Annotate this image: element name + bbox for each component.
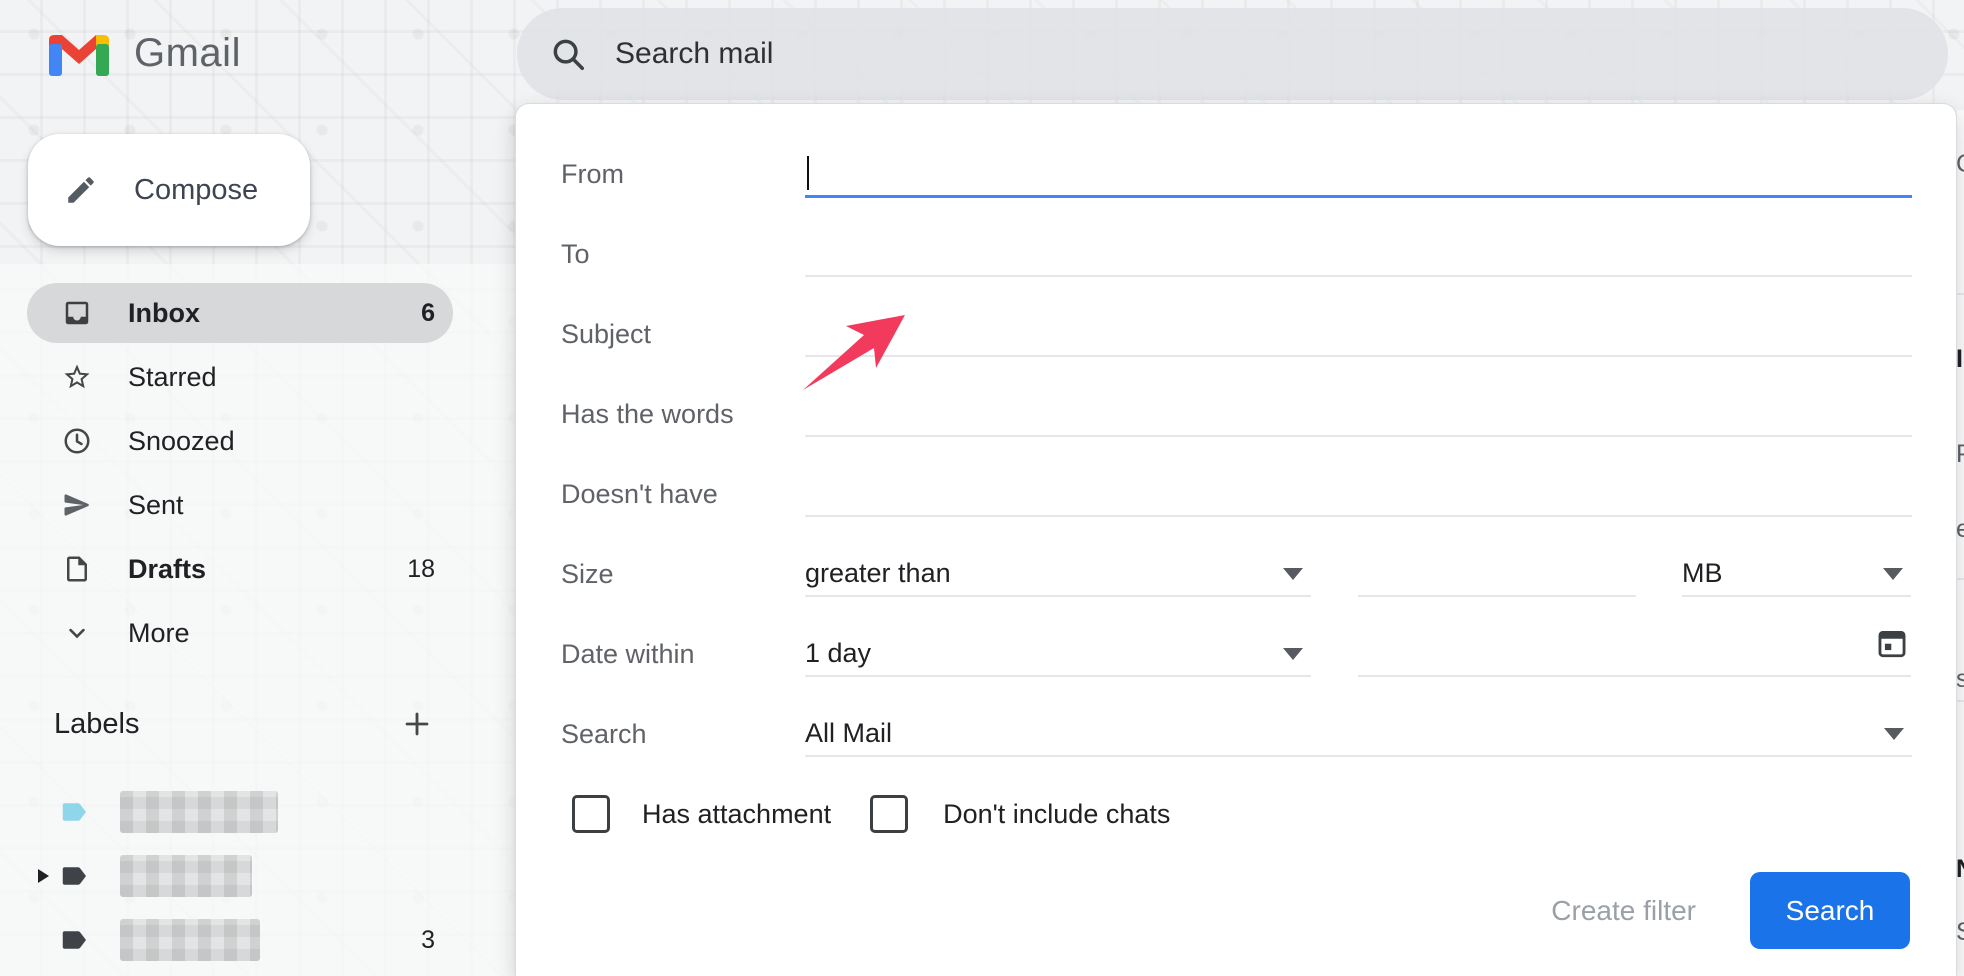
- to-label: To: [561, 239, 805, 270]
- star-icon: [62, 362, 92, 392]
- doesnt-have-input[interactable]: [805, 471, 1912, 517]
- label-row[interactable]: [27, 788, 453, 836]
- checkbox-row: Has attachment Don't include chats: [516, 774, 1956, 854]
- from-label: From: [561, 159, 805, 190]
- dropdown-caret-icon: [1283, 568, 1303, 580]
- pencil-icon: [64, 173, 98, 207]
- size-operator-value: greater than: [805, 558, 951, 589]
- search-scope-dropdown[interactable]: All Mail: [805, 711, 1912, 757]
- dropdown-caret-icon: [1883, 568, 1903, 580]
- sidebar-item-label: Drafts: [128, 554, 206, 585]
- create-filter-button[interactable]: Create filter: [1545, 894, 1702, 928]
- sidebar-item-more[interactable]: More: [27, 603, 453, 663]
- size-unit-dropdown[interactable]: MB: [1682, 551, 1911, 597]
- calendar-icon[interactable]: [1875, 626, 1909, 667]
- chevron-down-icon: [62, 618, 92, 648]
- compose-label: Compose: [134, 174, 258, 207]
- has-attachment-label[interactable]: Has attachment: [642, 799, 831, 830]
- gmail-logo-icon: [48, 30, 110, 76]
- clipped-text-fragment: S: [1956, 918, 1964, 947]
- search-scope-value: All Mail: [805, 718, 892, 749]
- expand-arrow-icon[interactable]: [38, 869, 49, 883]
- redacted-label-name: [120, 919, 260, 961]
- clipped-text-fragment: I: [1956, 345, 1964, 374]
- size-unit-value: MB: [1682, 558, 1723, 589]
- sidebar-item-label: Inbox: [128, 298, 200, 329]
- gmail-wordmark: Gmail: [134, 31, 241, 76]
- size-value-input[interactable]: [1358, 551, 1636, 597]
- search-input[interactable]: [613, 36, 1517, 72]
- sidebar-item-label: More: [128, 618, 190, 649]
- search-scope-row: Search All Mail: [516, 694, 1956, 774]
- size-operator-dropdown[interactable]: greater than: [805, 551, 1311, 597]
- dropdown-caret-icon: [1283, 648, 1303, 660]
- date-row: Date within 1 day: [516, 614, 1956, 694]
- sidebar-nav: Inbox 6 Starred Snoozed Sent Drafts: [27, 283, 453, 667]
- gmail-brand: Gmail: [48, 30, 241, 76]
- panel-actions: Create filter Search: [516, 872, 1956, 949]
- date-range-value: 1 day: [805, 638, 871, 669]
- label-count: 3: [421, 926, 435, 955]
- dont-include-chats-label[interactable]: Don't include chats: [943, 799, 1170, 830]
- sidebar-item-starred[interactable]: Starred: [27, 347, 453, 407]
- doesnt-have-label: Doesn't have: [561, 479, 805, 510]
- inbox-icon: [62, 298, 92, 328]
- size-label: Size: [561, 559, 805, 590]
- gmail-app: Gmail Compose Inbox 6 Starred Snoozed: [0, 0, 1964, 976]
- compose-button[interactable]: Compose: [28, 134, 310, 246]
- redacted-label-name: [120, 791, 278, 833]
- sidebar-item-snoozed[interactable]: Snoozed: [27, 411, 453, 471]
- search-icon: [549, 35, 587, 73]
- redacted-label-name: [120, 855, 252, 897]
- date-range-dropdown[interactable]: 1 day: [805, 631, 1311, 677]
- has-attachment-checkbox[interactable]: [572, 795, 610, 833]
- clock-icon: [62, 426, 92, 456]
- label-row[interactable]: 3: [27, 916, 453, 964]
- from-input[interactable]: [805, 151, 1912, 198]
- labels-section-header: Labels: [27, 700, 453, 748]
- plus-icon: [400, 707, 434, 741]
- has-words-input[interactable]: [805, 391, 1912, 437]
- label-tag-icon: [61, 861, 91, 891]
- clipped-text-fragment: N: [1956, 855, 1964, 884]
- sidebar-item-drafts[interactable]: Drafts 18: [27, 539, 453, 599]
- sidebar-item-label: Sent: [128, 490, 184, 521]
- has-words-row: Has the words: [516, 374, 1956, 454]
- search-button[interactable]: Search: [1750, 872, 1910, 949]
- text-cursor: [807, 156, 809, 190]
- dropdown-caret-icon: [1884, 728, 1904, 740]
- sidebar-item-label: Snoozed: [128, 426, 235, 457]
- search-bar[interactable]: [517, 8, 1948, 100]
- clipped-text-fragment: C: [1956, 150, 1964, 179]
- advanced-search-panel: From To Subject Has the words D: [515, 103, 1957, 976]
- to-row: To: [516, 214, 1956, 294]
- doesnt-have-row: Doesn't have: [516, 454, 1956, 534]
- label-row[interactable]: [27, 852, 453, 900]
- inbox-count: 6: [421, 299, 435, 328]
- drafts-count: 18: [407, 555, 435, 584]
- subject-input[interactable]: [805, 311, 1912, 357]
- sidebar-item-inbox[interactable]: Inbox 6: [27, 283, 453, 343]
- size-row: Size greater than MB: [516, 534, 1956, 614]
- date-input[interactable]: [1358, 631, 1911, 677]
- search-scope-label: Search: [561, 719, 805, 750]
- send-icon: [62, 490, 92, 520]
- add-label-button[interactable]: [395, 702, 439, 746]
- date-within-label: Date within: [561, 639, 805, 670]
- sidebar-item-sent[interactable]: Sent: [27, 475, 453, 535]
- draft-icon: [62, 554, 92, 584]
- dont-include-chats-checkbox[interactable]: [870, 795, 908, 833]
- to-input[interactable]: [805, 231, 1912, 277]
- subject-row: Subject: [516, 294, 1956, 374]
- from-row: From: [516, 134, 1956, 214]
- label-tag-icon: [61, 925, 91, 955]
- label-tag-icon: [61, 797, 91, 827]
- subject-label: Subject: [561, 319, 805, 350]
- sidebar-item-label: Starred: [128, 362, 217, 393]
- clipped-text-fragment: s: [1956, 665, 1964, 694]
- clipped-text-fragment: P: [1956, 440, 1964, 469]
- labels-title: Labels: [54, 708, 139, 741]
- has-words-label: Has the words: [561, 399, 805, 430]
- clipped-text-fragment: e: [1956, 515, 1964, 544]
